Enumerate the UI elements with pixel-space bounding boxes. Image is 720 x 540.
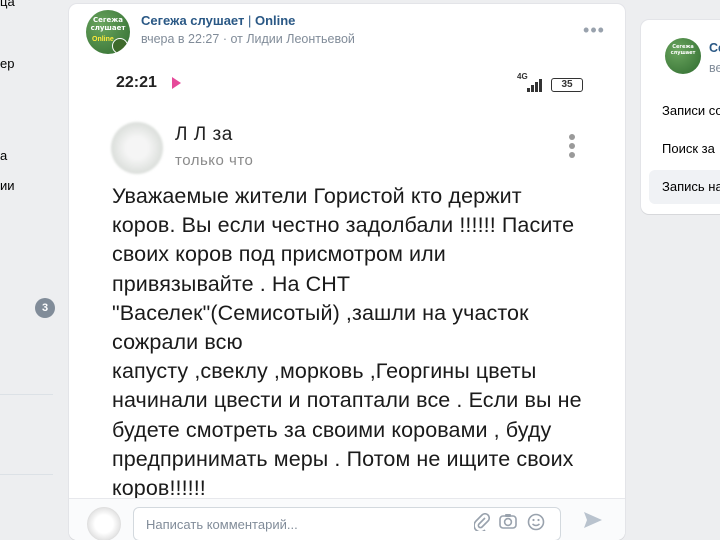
post-card: Сегежа слушает Online Сегежа слушает | O…	[69, 4, 625, 540]
avatar-logo-online: Online	[92, 36, 114, 43]
kebab-menu-icon	[569, 134, 577, 162]
status-time: 22:21	[116, 74, 157, 91]
paperclip-icon[interactable]	[472, 512, 492, 533]
left-sidebar-fragment: ца ер а ии 3	[0, 0, 55, 540]
author-name[interactable]: Сегежа слушает	[141, 13, 244, 28]
smile-icon[interactable]	[526, 513, 546, 533]
right-sidebar-card: Сегежа слушает Сегежа слушает ве Записи …	[641, 20, 720, 214]
divider	[0, 394, 53, 395]
right-link-posts[interactable]: Записи со	[649, 94, 720, 128]
left-sidebar-item[interactable]: ер	[0, 56, 14, 71]
right-group-subtitle: ве	[709, 61, 720, 75]
ellipsis-icon[interactable]: •••	[582, 20, 606, 40]
right-link-record[interactable]: Запись на	[649, 170, 720, 204]
author-suffix[interactable]: Online	[255, 13, 295, 28]
post-header: Сегежа слушает Online Сегежа слушает | O…	[69, 4, 625, 60]
inner-author-name: Л Л за	[175, 124, 233, 145]
comment-bar	[69, 498, 625, 540]
send-icon[interactable]	[580, 510, 606, 536]
right-link-search[interactable]: Поиск за	[649, 132, 720, 166]
post-meta: вчера в 22:27 · от Лидии Леонтьевой	[141, 32, 355, 46]
signal-icon	[527, 78, 545, 92]
inner-post-text: Уважаемые жители Гористой кто держит кор…	[112, 184, 582, 498]
left-sidebar-item[interactable]: ца	[0, 0, 15, 9]
group-avatar[interactable]: Сегежа слушает Online	[86, 10, 130, 54]
post-time[interactable]: вчера в 22:27	[141, 32, 219, 46]
post-image[interactable]: 22:21 4G 35 Л Л за только что Уважаемые …	[109, 60, 589, 498]
right-avatar-logo-text: Сегежа слушает	[670, 44, 696, 56]
left-sidebar-item[interactable]: ии	[0, 178, 15, 193]
notification-badge: 3	[35, 298, 55, 318]
post-author[interactable]: Сегежа слушает | Online	[141, 13, 295, 28]
signer-mini-avatar	[112, 38, 128, 54]
inner-avatar	[111, 122, 163, 174]
battery-icon: 35	[551, 78, 583, 92]
avatar-logo-text: Сегежа слушает	[90, 16, 126, 32]
right-group-avatar[interactable]: Сегежа слушает	[665, 38, 701, 74]
right-group-name[interactable]: Сегежа слушает	[709, 41, 720, 55]
comment-input[interactable]	[133, 507, 561, 540]
inner-post-time: только что	[175, 152, 254, 169]
left-sidebar-item[interactable]: а	[0, 148, 7, 163]
phone-status-bar: 22:21 4G 35	[109, 60, 589, 100]
post-signer[interactable]: от Лидии Леонтьевой	[230, 32, 354, 46]
divider	[0, 474, 53, 475]
camera-icon[interactable]	[498, 513, 518, 533]
user-avatar[interactable]	[87, 507, 121, 540]
play-icon	[172, 77, 181, 89]
